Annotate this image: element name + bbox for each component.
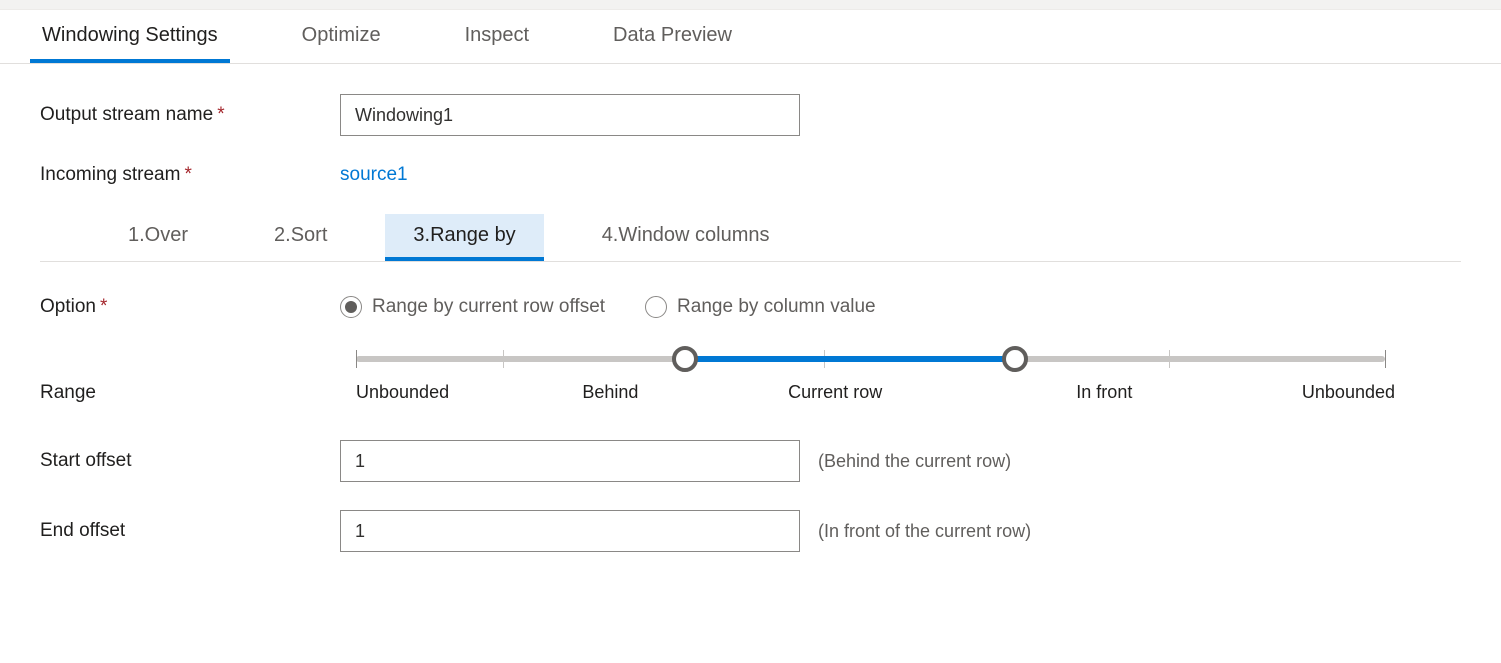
label-start-offset: Start offset	[40, 450, 340, 472]
row-start-offset: Start offset (Behind the current row)	[40, 440, 1461, 482]
label-option-text: Option	[40, 296, 96, 317]
slider-tick	[356, 350, 357, 368]
label-end-offset: End offset	[40, 520, 340, 542]
row-output-stream: Output stream name*	[40, 94, 1461, 136]
slider-tick	[1385, 350, 1386, 368]
radio-label-current-row: Range by current row offset	[372, 296, 605, 318]
subtab-range-by[interactable]: 3.Range by	[385, 214, 543, 261]
subtab-over[interactable]: 1.Over	[100, 214, 216, 261]
slider-label-current-row: Current row	[788, 382, 882, 403]
required-asterisk: *	[217, 104, 224, 125]
start-offset-helper: (Behind the current row)	[818, 451, 1011, 472]
slider-handle-start[interactable]	[672, 346, 698, 372]
slider-fill	[685, 356, 1014, 362]
label-incoming-stream: Incoming stream*	[40, 164, 340, 186]
label-incoming-stream-text: Incoming stream	[40, 164, 180, 185]
label-output-stream-text: Output stream name	[40, 104, 213, 125]
radio-label-column-value: Range by column value	[677, 296, 876, 318]
main-tab-bar: Windowing Settings Optimize Inspect Data…	[0, 10, 1501, 64]
tab-data-preview[interactable]: Data Preview	[601, 9, 744, 63]
row-option: Option* Range by current row offset Rang…	[40, 296, 1461, 318]
slider-tick	[1169, 350, 1170, 368]
label-range: Range	[40, 346, 340, 404]
content-area: Output stream name* Incoming stream* sou…	[0, 64, 1501, 620]
radio-current-row-offset[interactable]: Range by current row offset	[340, 296, 605, 318]
incoming-stream-link[interactable]: source1	[340, 164, 408, 186]
row-end-offset: End offset (In front of the current row)	[40, 510, 1461, 552]
slider-label-unbounded-right: Unbounded	[1302, 382, 1395, 403]
slider-label-behind: Behind	[582, 382, 638, 403]
start-offset-input[interactable]	[340, 440, 800, 482]
subtab-sort[interactable]: 2.Sort	[246, 214, 355, 261]
tab-inspect[interactable]: Inspect	[453, 9, 541, 63]
required-asterisk: *	[100, 296, 107, 317]
end-offset-helper: (In front of the current row)	[818, 521, 1031, 542]
tab-optimize[interactable]: Optimize	[290, 9, 393, 63]
sub-tab-bar: 1.Over 2.Sort 3.Range by 4.Window column…	[40, 214, 1461, 262]
slider-tick	[503, 350, 504, 368]
slider-labels: Unbounded Behind Current row In front Un…	[356, 382, 1385, 412]
radio-column-value[interactable]: Range by column value	[645, 296, 876, 318]
range-slider[interactable]: Unbounded Behind Current row In front Un…	[340, 346, 1461, 412]
row-range: Range Unbounded Behind Current row In fr…	[40, 346, 1461, 412]
required-asterisk: *	[184, 164, 191, 185]
label-output-stream: Output stream name*	[40, 104, 340, 126]
slider-label-in-front: In front	[1076, 382, 1132, 403]
row-incoming-stream: Incoming stream* source1	[40, 164, 1461, 186]
output-stream-input[interactable]	[340, 94, 800, 136]
radio-icon	[645, 296, 667, 318]
slider-label-unbounded-left: Unbounded	[356, 382, 449, 403]
end-offset-input[interactable]	[340, 510, 800, 552]
slider-handle-end[interactable]	[1002, 346, 1028, 372]
tab-windowing-settings[interactable]: Windowing Settings	[30, 9, 230, 63]
option-radio-group: Range by current row offset Range by col…	[340, 296, 876, 318]
radio-icon	[340, 296, 362, 318]
label-option: Option*	[40, 296, 340, 318]
subtab-window-columns[interactable]: 4.Window columns	[574, 214, 798, 261]
